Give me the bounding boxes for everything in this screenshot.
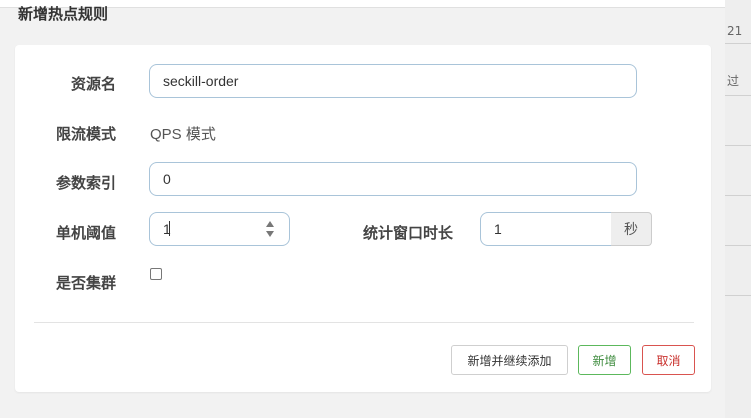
threshold-label: 单机阈值	[55, 224, 116, 242]
background-row	[723, 196, 751, 246]
param-index-value: 0	[163, 171, 171, 187]
resource-name-label: 资源名	[70, 75, 116, 93]
stat-window-value: 1	[494, 221, 502, 237]
background-row	[723, 246, 751, 296]
cluster-checkbox[interactable]	[150, 268, 162, 280]
stat-window-unit: 秒	[611, 212, 652, 246]
add-button[interactable]: 新增	[578, 345, 631, 375]
text-caret	[169, 221, 170, 236]
background-cell-top: 21	[723, 18, 751, 44]
dialog-top-edge	[0, 0, 725, 8]
footer-divider	[34, 322, 694, 323]
cancel-button[interactable]: 取消	[642, 345, 695, 375]
add-hotspot-rule-dialog: 新增热点规则 资源名 seckill-order 限流模式 QPS 模式 参数索…	[0, 0, 725, 418]
flow-mode-value: QPS 模式	[150, 126, 216, 143]
dialog-title: 新增热点规则	[18, 5, 109, 23]
background-cell-mid: 过	[723, 66, 751, 96]
background-row	[723, 96, 751, 146]
resource-name-input[interactable]: seckill-order	[149, 64, 637, 98]
cluster-label: 是否集群	[55, 274, 116, 292]
threshold-number-input[interactable]: 1	[149, 212, 290, 246]
stat-window-input[interactable]: 1	[480, 212, 612, 246]
param-index-input[interactable]: 0	[149, 162, 637, 196]
stat-window-label: 统计窗口时长	[363, 224, 454, 242]
background-table-peek: 21 过	[723, 0, 751, 418]
add-and-continue-button[interactable]: 新增并继续添加	[451, 345, 568, 375]
background-row	[723, 146, 751, 196]
resource-name-value: seckill-order	[163, 73, 239, 89]
param-index-label: 参数索引	[55, 174, 116, 192]
flow-mode-label: 限流模式	[55, 125, 116, 143]
updown-arrows-icon[interactable]	[265, 220, 275, 238]
